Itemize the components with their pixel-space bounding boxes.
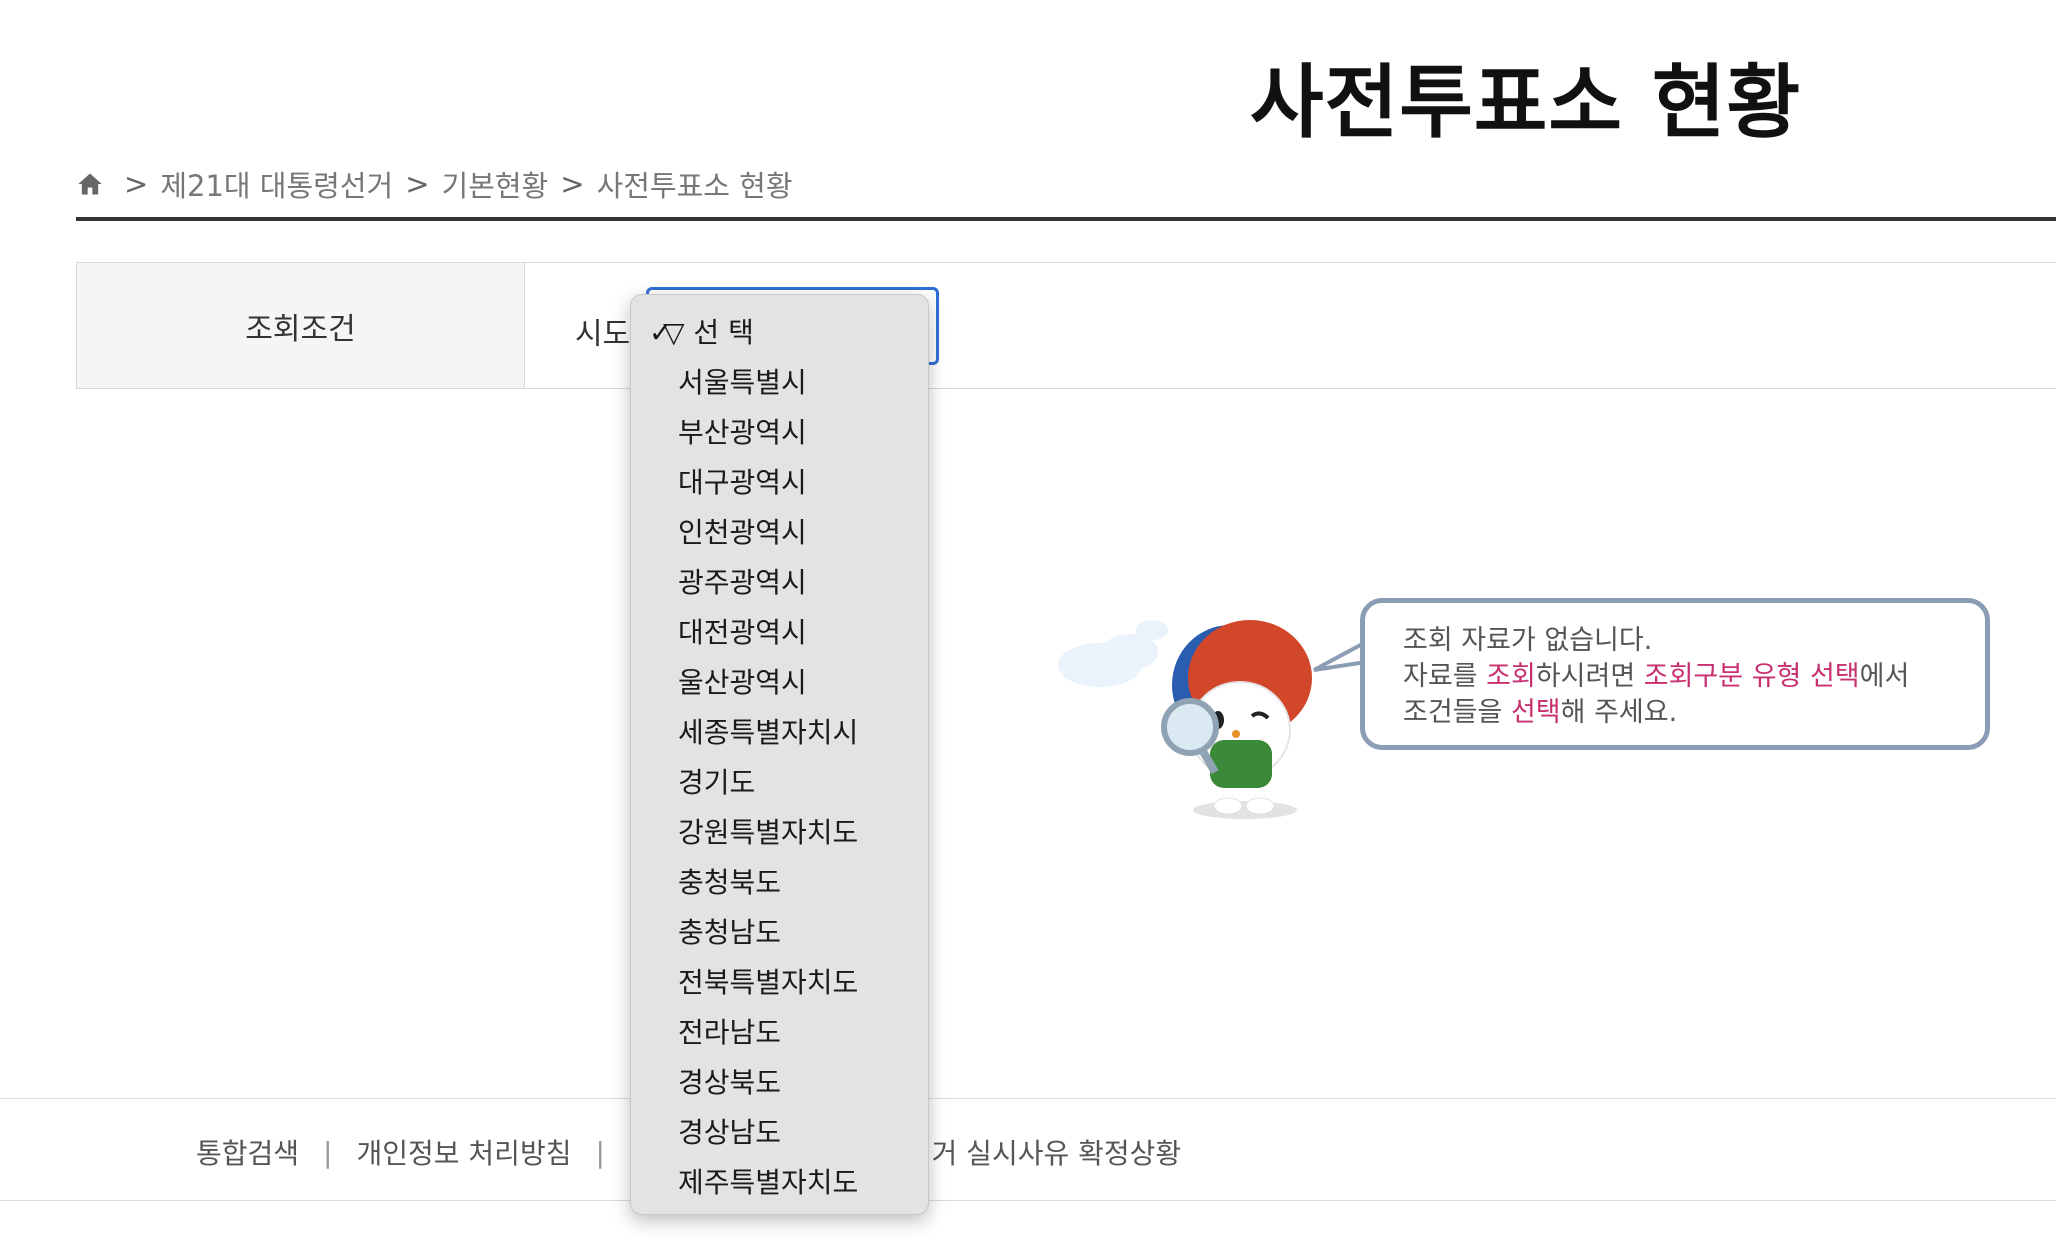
footer-divider: [0, 1098, 2056, 1099]
dropdown-option-label: 전라남도: [678, 1016, 782, 1049]
dropdown-option-label: 전북특별자치도: [678, 966, 859, 999]
title-divider: [76, 217, 2056, 221]
dropdown-option-label: 대구광역시: [678, 466, 807, 499]
breadcrumb-separator: >: [124, 167, 149, 201]
dropdown-option[interactable]: 충청북도: [631, 859, 928, 907]
text: 자료를: [1403, 661, 1487, 692]
text: 해 주세요.: [1560, 697, 1678, 728]
dropdown-option[interactable]: 충청남도: [631, 909, 928, 957]
dropdown-option[interactable]: 경상북도: [631, 1059, 928, 1107]
highlight-text: 조회: [1486, 661, 1536, 692]
sido-label: 시도: [575, 317, 631, 352]
dropdown-option[interactable]: 울산광역시: [631, 659, 928, 707]
breadcrumb-item-current: 사전투표소 현황: [596, 169, 793, 203]
dropdown-option-label: 경상남도: [678, 1116, 782, 1149]
dropdown-option[interactable]: 서울특별시: [631, 359, 928, 407]
breadcrumb-separator: >: [560, 167, 585, 201]
breadcrumb-item-basic-status[interactable]: 기본현황: [442, 163, 549, 205]
highlight-text: 선택: [1510, 697, 1561, 728]
dropdown-option[interactable]: 인천광역시: [631, 509, 928, 557]
page-title: 사전투표소 현황: [1250, 56, 1802, 149]
text: 에서: [1859, 661, 1910, 692]
footer-divider-bar: |: [323, 1135, 333, 1169]
dropdown-option-label: 충청북도: [678, 866, 782, 899]
dropdown-option[interactable]: 강원특별자치도: [631, 809, 928, 857]
dropdown-option[interactable]: 대구광역시: [631, 459, 928, 507]
text: 하시려면: [1535, 661, 1644, 692]
mascot-illustration: [1058, 620, 1312, 819]
highlight-text: 조회구분 유형 선택: [1643, 661, 1860, 692]
speech-bubble-tail: [1313, 640, 1366, 672]
empty-state-line1: 조회 자료가 없습니다.: [1403, 625, 1653, 656]
empty-state-line2: 자료를 조회하시려면 조회구분 유형 선택에서: [1403, 659, 1947, 695]
footer-divider-bar: |: [595, 1135, 605, 1169]
footer-link-privacy[interactable]: 개인정보 처리방침: [356, 1132, 571, 1172]
dropdown-option-label: 강원특별자치도: [678, 816, 859, 849]
dropdown-option-placeholder[interactable]: ✓ ▽ 선 택: [631, 309, 928, 357]
filter-panel: 조회조건 시도: [76, 262, 2056, 389]
dropdown-option-label: 부산광역시: [678, 416, 807, 449]
dropdown-option[interactable]: 세종특별자치시: [631, 709, 928, 757]
dropdown-option-label: ▽ 선 택: [663, 316, 754, 349]
dropdown-option-label: 인천광역시: [678, 516, 807, 549]
dropdown-option[interactable]: 전라남도: [631, 1009, 928, 1057]
dropdown-option[interactable]: 부산광역시: [631, 409, 928, 457]
dropdown-option-label: 세종특별자치시: [678, 716, 859, 749]
breadcrumb-item-election[interactable]: 제21대 대통령선거: [160, 163, 393, 205]
dropdown-option[interactable]: 전북특별자치도: [631, 959, 928, 1007]
dropdown-option[interactable]: 경기도: [631, 759, 928, 807]
dropdown-option-label: 제주특별자치도: [678, 1166, 859, 1199]
dropdown-option[interactable]: 제주특별자치도: [631, 1159, 928, 1207]
dropdown-option[interactable]: 대전광역시: [631, 609, 928, 657]
footer-link-search[interactable]: 통합검색: [196, 1132, 299, 1172]
dropdown-option[interactable]: 경상남도: [631, 1109, 928, 1157]
filter-section-label: 조회조건: [77, 263, 525, 388]
dropdown-option-label: 충청남도: [678, 916, 782, 949]
dropdown-option-label: 대전광역시: [678, 616, 807, 649]
home-icon[interactable]: [76, 170, 104, 198]
empty-state-line3: 조건들을 선택해 주세요.: [1403, 695, 1947, 731]
footer-links: 통합검색 | 개인정보 처리방침 | 이: [196, 1132, 655, 1172]
footer-divider: [0, 1200, 2056, 1201]
dropdown-option-label: 광주광역시: [678, 566, 807, 599]
breadcrumb: > 제21대 대통령선거 > 기본현황 > 사전투표소 현황: [76, 164, 793, 204]
dropdown-option[interactable]: 광주광역시: [631, 559, 928, 607]
text: 조건들을: [1403, 697, 1511, 728]
breadcrumb-separator: >: [405, 167, 430, 201]
dropdown-option-label: 서울특별시: [678, 366, 807, 399]
dropdown-option-label: 울산광역시: [678, 666, 807, 699]
empty-state-message: 조회 자료가 없습니다. 자료를 조회하시려면 조회구분 유형 선택에서 조건들…: [1360, 598, 1990, 750]
dropdown-option-label: 경기도: [678, 766, 756, 799]
sido-dropdown-menu[interactable]: ✓ ▽ 선 택서울특별시부산광역시대구광역시인천광역시광주광역시대전광역시울산광역…: [630, 294, 929, 1215]
dropdown-option-label: 경상북도: [678, 1066, 782, 1099]
